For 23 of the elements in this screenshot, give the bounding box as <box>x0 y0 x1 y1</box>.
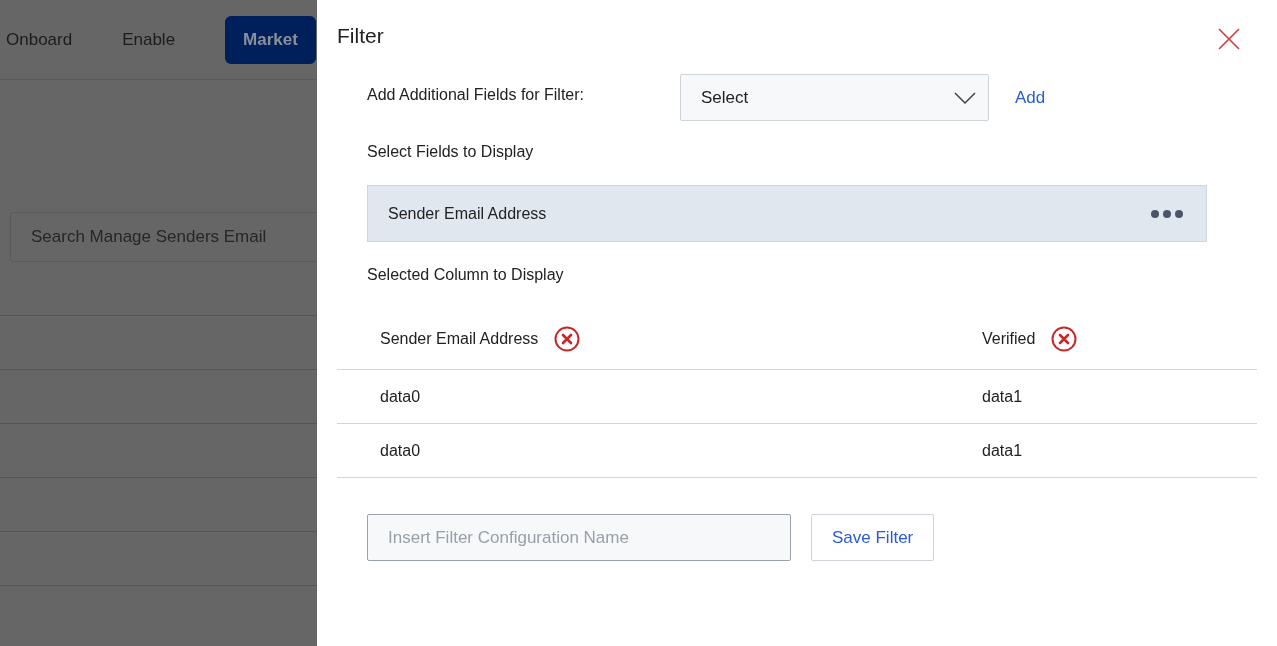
column-header: Verified <box>982 329 1036 348</box>
table-cell-text: data1 <box>982 441 1024 460</box>
save-filter-button[interactable]: Save Filter <box>811 514 935 561</box>
close-icon[interactable] <box>1218 28 1240 50</box>
table-cell-text: data1 <box>982 387 1024 406</box>
table-cell-text: data0 <box>380 441 422 460</box>
remove-icon[interactable] <box>1051 325 1078 352</box>
field-select[interactable]: Select <box>680 74 989 121</box>
chevron-down-icon <box>954 91 976 104</box>
column-header: Sender Email Address <box>380 329 539 348</box>
table-cell-text: data0 <box>380 387 422 406</box>
name-input[interactable]: Insert Filter Configuration Name <box>367 514 791 561</box>
nav-tab[interactable]: Onboard <box>6 15 123 64</box>
nav-tab[interactable]: Enable <box>122 15 226 64</box>
field-label: Add Additional Fields for Filter: <box>367 85 585 104</box>
drawer-title: Filter <box>337 24 384 48</box>
field-item[interactable]: Sender Email Address <box>367 185 1207 242</box>
section-heading: Select Fields to Display <box>367 143 535 161</box>
add-link[interactable]: Add <box>1015 87 1046 108</box>
section-heading: Selected Column to Display <box>367 266 565 284</box>
more-icon[interactable] <box>1150 208 1184 219</box>
nav-tab[interactable]: Market <box>225 15 316 64</box>
remove-icon[interactable] <box>554 325 581 352</box>
